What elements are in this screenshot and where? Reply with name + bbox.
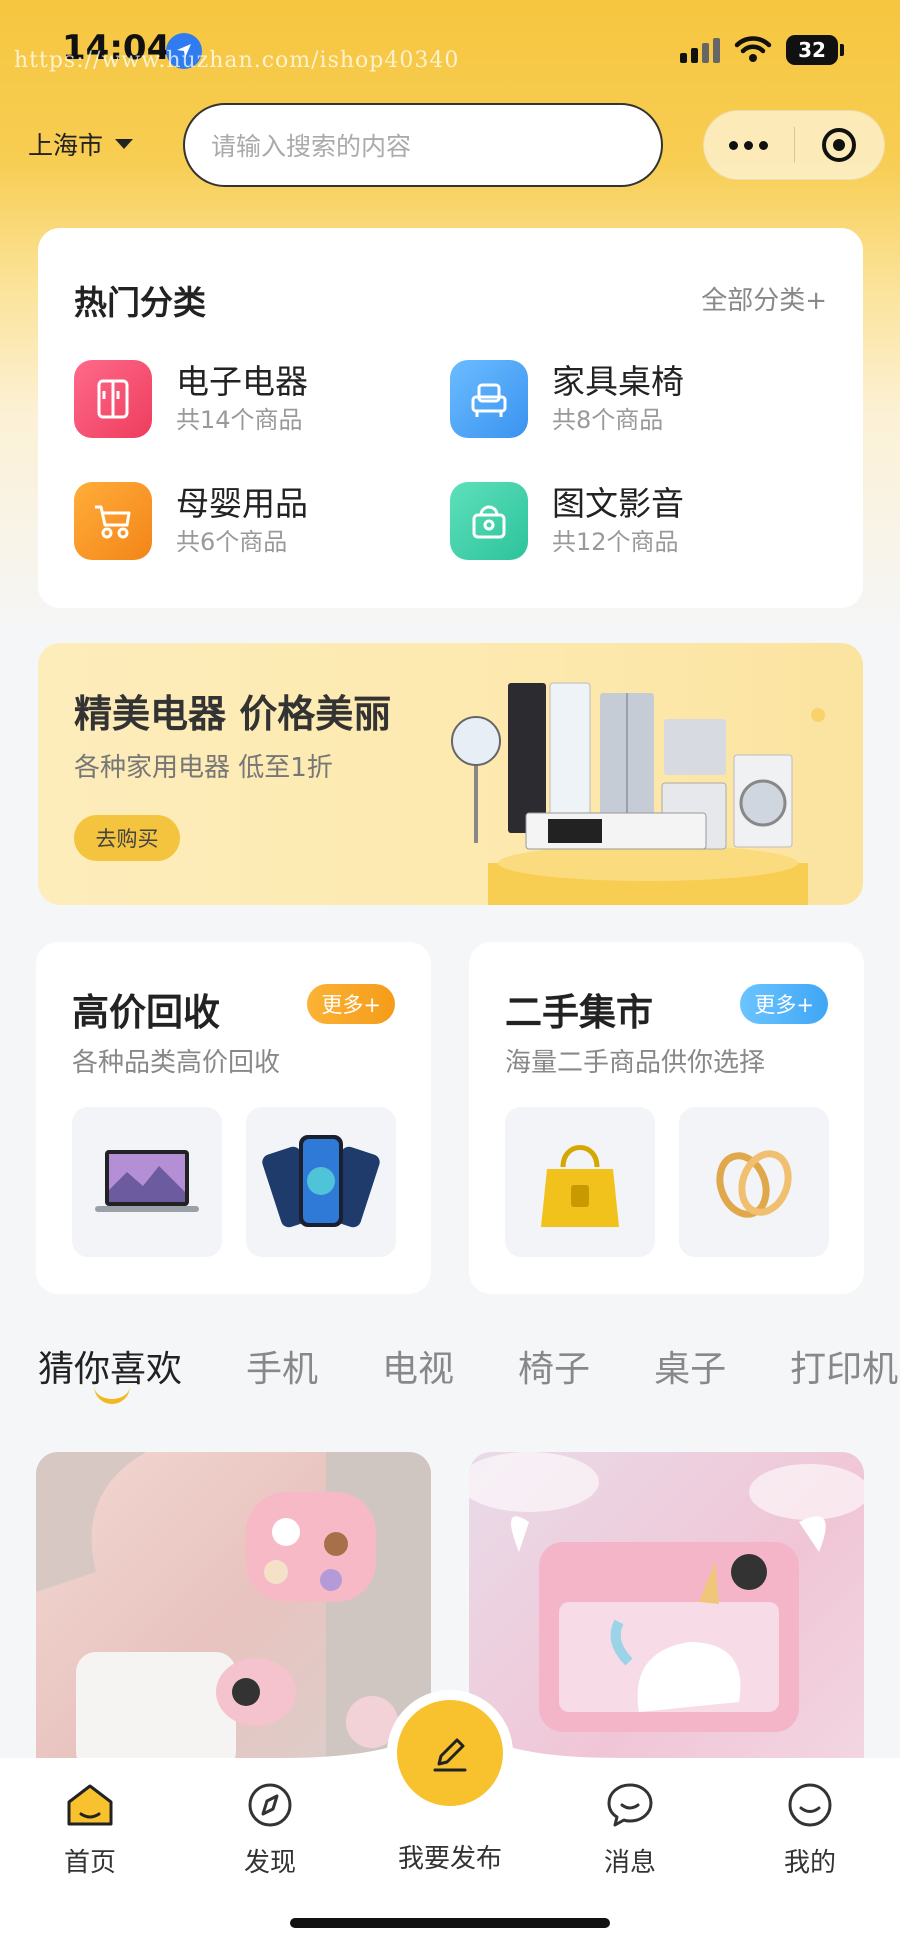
nav-mine[interactable]: 我的 [750,1780,870,1879]
tab-guess-you-like[interactable]: 猜你喜欢 [38,1340,182,1392]
category-baby[interactable]: 母婴用品 共6个商品 [74,482,308,560]
caret-down-icon [115,139,134,149]
appliances-illustration [451,682,825,905]
camera-bag-icon [450,482,528,560]
profile-face-icon [788,1783,832,1827]
home-indicator [290,1918,610,1928]
fridge-icon [74,360,152,438]
active-tab-indicator [94,1386,130,1404]
recycle-more-button[interactable]: 更多+ [307,984,395,1024]
stroller-icon [74,482,152,560]
tab-table[interactable]: 桌子 [654,1340,726,1392]
banner-title: 精美电器 价格美丽 [74,692,392,736]
category-name: 电子电器 [176,362,308,401]
battery-tip [840,44,844,56]
cellular-signal-icon [680,38,720,63]
category-furniture[interactable]: 家具桌椅 共8个商品 [450,360,684,438]
target-icon [822,128,857,162]
market-more-button[interactable]: 更多+ [740,984,828,1024]
battery-indicator: 32 [786,35,838,65]
category-name: 家具桌椅 [552,362,684,401]
tab-printer[interactable]: 打印机 [790,1340,898,1392]
armchair-icon [450,360,528,438]
recycle-card[interactable]: 高价回收 更多+ 各种品类高价回收 [36,942,431,1294]
watermark-text: https://www.huzhan.com/ishop40340 [14,48,460,73]
close-program-button[interactable] [795,125,885,165]
publish-button[interactable] [397,1700,503,1806]
rings-thumbnail[interactable] [679,1107,829,1257]
nav-discover[interactable]: 发现 [210,1780,330,1879]
laptop-icon [95,1150,199,1212]
hot-categories-card: 热门分类 全部分类+ 电子电器 共14个商品 家具桌椅 共8个商品 母婴用品 共… [38,228,863,608]
category-media[interactable]: 图文影音 共12个商品 [450,482,684,560]
tab-phone[interactable]: 手机 [246,1340,318,1392]
nav-publish-label: 我要发布 [397,1844,502,1874]
city-label: 上海市 [28,131,104,160]
category-electronics[interactable]: 电子电器 共14个商品 [74,360,308,438]
nav-home-label: 首页 [63,1848,116,1878]
search-placeholder: 请输入搜索的内容 [211,132,412,161]
market-card[interactable]: 二手集市 更多+ 海量二手商品供你选择 [469,942,864,1294]
tab-chair[interactable]: 椅子 [518,1340,590,1392]
all-categories-link[interactable]: 全部分类+ [701,280,827,317]
rings-icon [716,1150,792,1218]
compass-icon [248,1783,292,1827]
handbag-icon [541,1145,619,1227]
nav-messages-label: 消息 [603,1848,656,1878]
more-menu-button[interactable] [704,140,794,150]
mini-program-capsule [703,110,885,180]
category-name: 图文影音 [552,484,684,523]
category-count: 共6个商品 [176,528,288,556]
recycle-subtitle: 各种品类高价回收 [72,1048,281,1078]
recommendation-tabs: 猜你喜欢 手机 电视 椅子 桌子 打印机 [38,1340,900,1392]
category-count: 共12个商品 [552,528,679,556]
product-image-kitty-bag [36,1452,431,1772]
pencil-icon [433,1738,467,1772]
nav-messages[interactable]: 消息 [570,1780,690,1879]
laptop-thumbnail[interactable] [72,1107,222,1257]
home-icon [67,1784,113,1826]
smartphone-icon [262,1135,380,1228]
nav-discover-label: 发现 [243,1848,296,1878]
market-subtitle: 海量二手商品供你选择 [505,1048,766,1078]
category-count: 共14个商品 [176,406,303,434]
nav-mine-label: 我的 [783,1848,836,1878]
recycle-title: 高价回收 [72,991,220,1034]
section-title: 热门分类 [74,283,206,322]
phone-thumbnail[interactable] [246,1107,396,1257]
promo-banner[interactable]: 精美电器 价格美丽 各种家用电器 低至1折 去购买 [38,643,863,905]
search-input[interactable]: 请输入搜索的内容 [183,103,663,187]
product-card[interactable] [469,1452,864,1772]
category-name: 母婴用品 [176,484,308,523]
wifi-icon [734,34,772,68]
handbag-thumbnail[interactable] [505,1107,655,1257]
chat-bubble-icon [607,1783,653,1827]
nav-publish[interactable]: 我要发布 [390,1830,510,1875]
buy-button[interactable]: 去购买 [74,815,180,861]
city-selector[interactable]: 上海市 [28,126,134,162]
nav-home[interactable]: 首页 [30,1780,150,1879]
banner-subtitle: 各种家用电器 低至1折 [74,753,333,783]
tab-tv[interactable]: 电视 [382,1340,454,1392]
product-image-unicorn-camera [469,1452,864,1732]
product-card[interactable] [36,1452,431,1772]
market-title: 二手集市 [505,991,653,1034]
category-count: 共8个商品 [552,406,664,434]
